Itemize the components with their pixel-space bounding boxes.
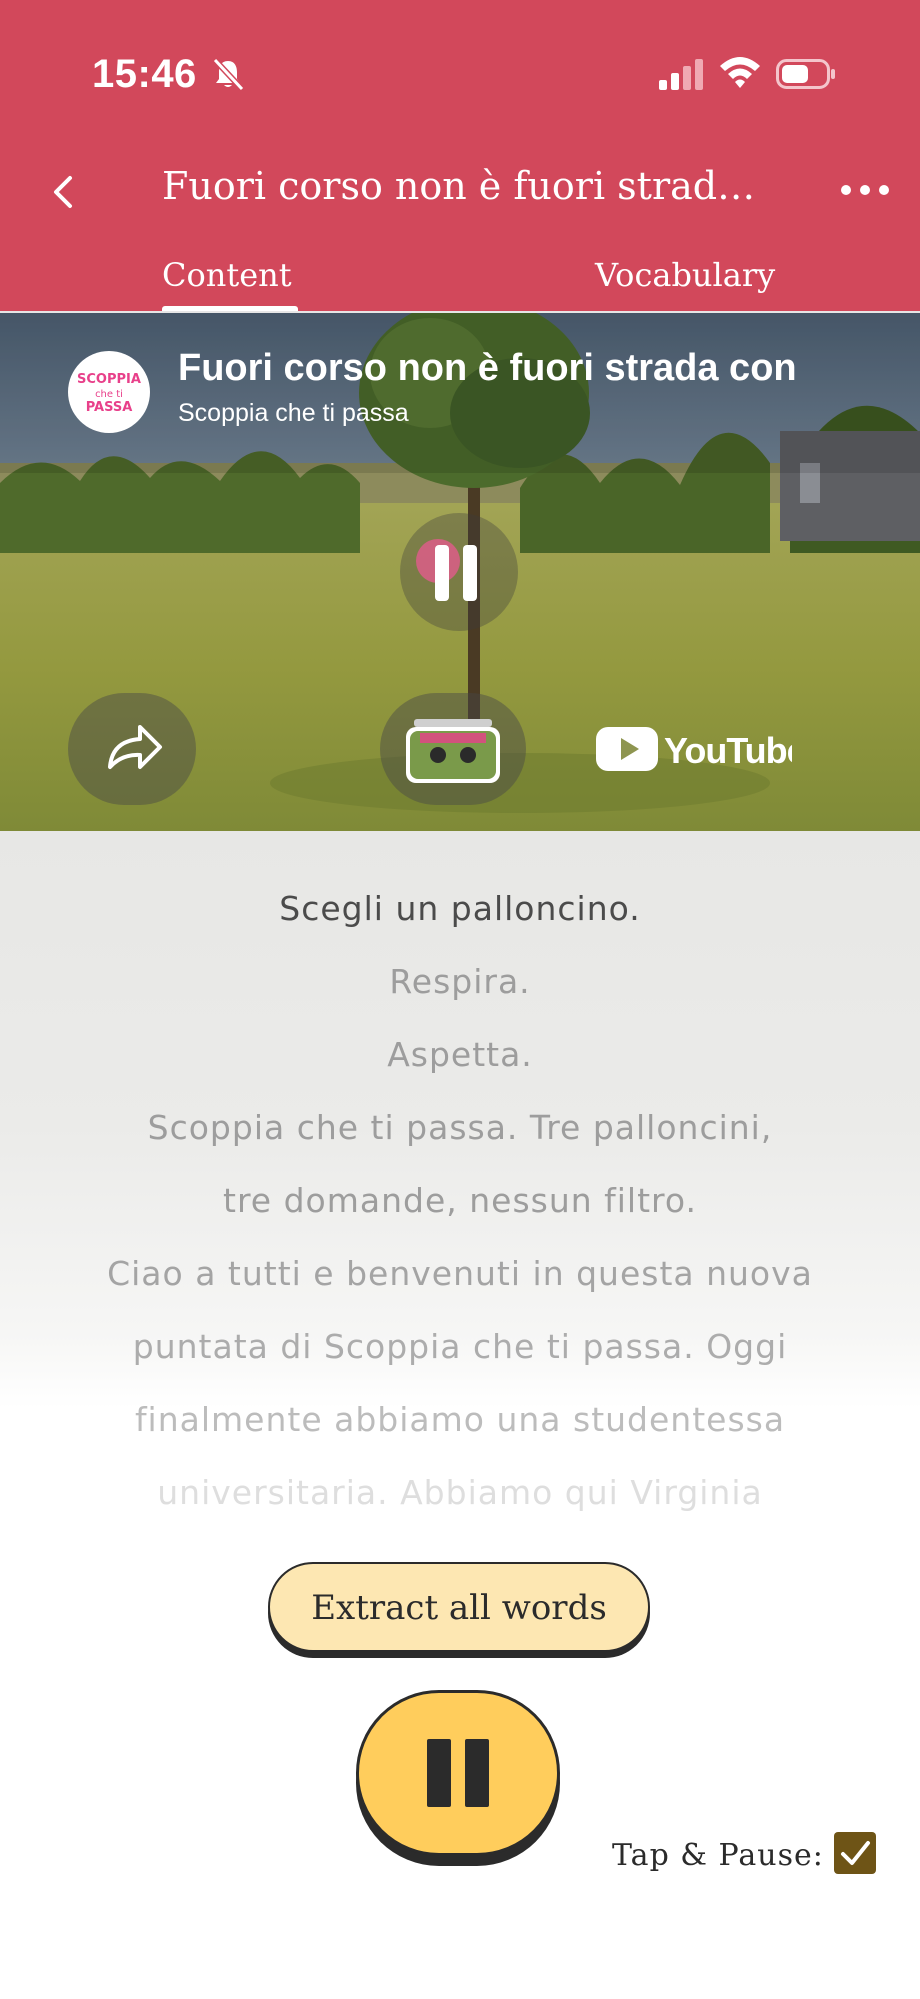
wifi-icon [720, 57, 760, 88]
tap-pause-label: Tap & Pause: [612, 1838, 824, 1873]
watch-more-button[interactable] [380, 693, 526, 805]
signal-icon [659, 59, 703, 90]
channel-avatar[interactable]: SCOPPIA che ti PASSA [68, 351, 150, 433]
transcript-line[interactable]: puntata di Scoppia che ti passa. Oggi [0, 1327, 920, 1366]
video-channel-name[interactable]: Scoppia che ti passa [178, 399, 409, 428]
transcript-line[interactable]: Respira. [0, 962, 920, 1001]
extract-all-words-button[interactable]: Extract all words [268, 1562, 650, 1652]
nav-bar: Fuori corso non è fuori strada c... [0, 150, 920, 230]
video-player[interactable]: SCOPPIA che ti PASSA Fuori corso non è f… [0, 313, 920, 831]
transcript-line[interactable]: Scoppia che ti passa. Tre palloncini, [0, 1108, 920, 1147]
bell-slash-icon [212, 57, 245, 92]
transcript-line[interactable]: Aspetta. [0, 1035, 920, 1074]
svg-text:PASSA: PASSA [86, 400, 133, 415]
transcript-line[interactable]: tre domande, nessun filtro. [0, 1181, 920, 1220]
play-pause-button[interactable] [356, 1690, 560, 1856]
pause-icon [427, 1739, 489, 1807]
back-icon[interactable] [42, 170, 86, 214]
tab-content[interactable]: Content [162, 256, 292, 294]
transcript-line[interactable]: finalmente abbiamo una studentessa [0, 1400, 920, 1439]
svg-text:YouTube: YouTube [664, 730, 792, 771]
page-title: Fuori corso non è fuori strada c... [162, 164, 772, 208]
share-button[interactable] [68, 693, 196, 805]
video-pause-button[interactable] [400, 513, 518, 631]
transcript-panel: Scegli un palloncino. Respira. Aspetta. … [0, 831, 920, 1571]
youtube-logo[interactable]: YouTube [596, 723, 792, 775]
pause-icon [416, 539, 477, 601]
app-header: 15:46 Fuori corso non è fuori strada c..… [0, 0, 920, 313]
channel-logo-icon: SCOPPIA che ti PASSA [77, 372, 141, 415]
transcript-line[interactable]: Ciao a tutti e benvenuti in questa nuova [0, 1254, 920, 1293]
share-icon [108, 725, 162, 769]
status-time: 15:46 [92, 52, 197, 96]
transcript-line[interactable]: universitaria. Abbiamo qui Virginia [0, 1473, 920, 1512]
battery-icon [776, 59, 835, 89]
transcript-line-current[interactable]: Scegli un palloncino. [0, 889, 920, 928]
video-title[interactable]: Fuori corso non è fuori strada con [178, 347, 838, 390]
tap-pause-checkbox[interactable] [834, 1832, 876, 1874]
svg-text:SCOPPIA: SCOPPIA [77, 372, 141, 387]
more-icon[interactable] [838, 178, 892, 202]
svg-text:che ti: che ti [95, 389, 123, 400]
status-bar: 15:46 [0, 0, 920, 150]
tab-vocabulary[interactable]: Vocabulary [595, 256, 775, 294]
checkmark-icon [841, 1841, 870, 1865]
video-thumbnail-icon [406, 719, 500, 783]
